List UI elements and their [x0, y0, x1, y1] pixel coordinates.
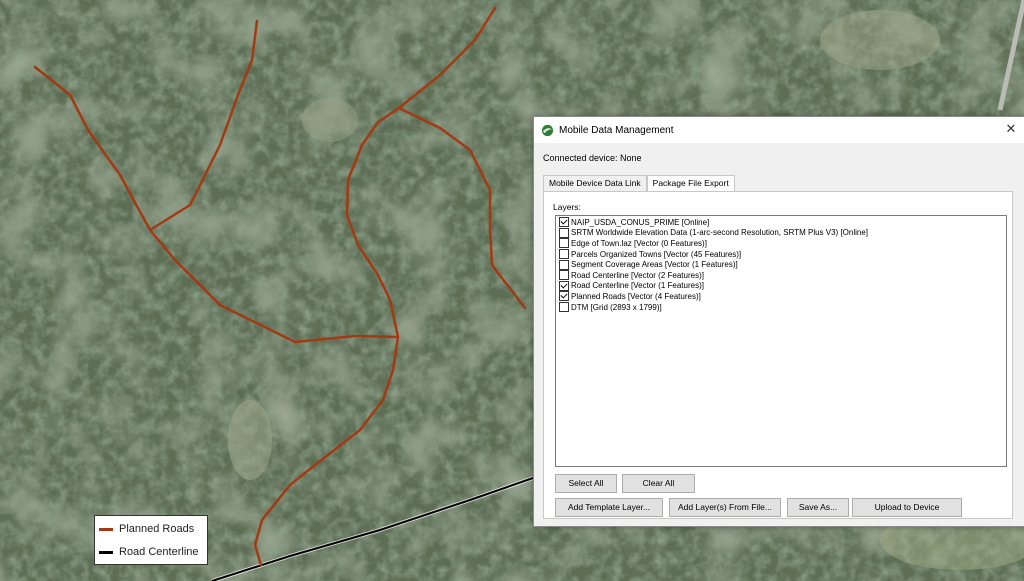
layer-row[interactable]: Planned Roads [Vector (4 Features)]	[556, 291, 1006, 302]
layer-checkbox[interactable]	[559, 259, 569, 270]
layer-row[interactable]: Road Centerline [Vector (2 Features)]	[556, 270, 1006, 281]
layer-row[interactable]: NAIP_USDA_CONUS_PRIME [Online]	[556, 217, 1006, 228]
layer-label: NAIP_USDA_CONUS_PRIME [Online]	[571, 217, 710, 227]
layer-checkbox[interactable]	[559, 217, 569, 228]
layer-row[interactable]: SRTM Worldwide Elevation Data (1-arc-sec…	[556, 227, 1006, 239]
mobile-data-management-dialog: Mobile Data Management ✕ Connected devic…	[533, 116, 1024, 527]
map-legend: Planned Roads Road Centerline	[94, 515, 208, 565]
legend-item-road-centerline: Road Centerline	[95, 542, 207, 562]
layer-checkbox[interactable]	[559, 291, 569, 302]
layer-label: Road Centerline [Vector (2 Features)]	[571, 270, 704, 280]
tab-mobile-device-data-link[interactable]: Mobile Device Data Link	[543, 175, 647, 191]
upload-to-device-button[interactable]: Upload to Device	[852, 498, 962, 517]
layer-label: Road Centerline [Vector (1 Features)]	[571, 281, 704, 291]
layer-checkbox[interactable]	[559, 280, 569, 291]
package-file-export-panel: Layers: NAIP_USDA_CONUS_PRIME [Online] SR…	[543, 191, 1013, 519]
layer-checkbox[interactable]	[559, 302, 569, 313]
layer-row[interactable]: DTM [Grid (2893 x 1799)]	[556, 302, 1006, 313]
layer-row[interactable]: Road Centerline [Vector (1 Features)]	[556, 280, 1006, 292]
select-all-button[interactable]: Select All	[555, 474, 617, 493]
road-centerline-swatch	[99, 550, 113, 554]
legend-label: Road Centerline	[119, 546, 199, 558]
layers-label: Layers:	[553, 202, 581, 212]
layer-row[interactable]: Edge of Town.laz [Vector (0 Features)]	[556, 238, 1006, 249]
layer-checkbox[interactable]	[559, 238, 569, 249]
layer-label: Segment Coverage Areas [Vector (1 Featur…	[571, 260, 738, 270]
layer-checkbox[interactable]	[559, 227, 569, 238]
dialog-titlebar[interactable]: Mobile Data Management ✕	[534, 117, 1024, 143]
layer-checkbox[interactable]	[559, 249, 569, 260]
layer-label: Edge of Town.laz [Vector (0 Features)]	[571, 238, 707, 248]
close-icon[interactable]: ✕	[1004, 122, 1018, 136]
connected-device-status: Connected device: None	[543, 153, 642, 163]
layer-row[interactable]: Parcels Organized Towns [Vector (45 Feat…	[556, 249, 1006, 260]
layer-row[interactable]: Segment Coverage Areas [Vector (1 Featur…	[556, 259, 1006, 270]
app-logo-icon	[541, 124, 554, 136]
layer-checkbox[interactable]	[559, 270, 569, 281]
tab-package-file-export[interactable]: Package File Export	[646, 175, 735, 192]
clear-all-button[interactable]: Clear All	[622, 474, 695, 493]
add-layers-from-file-button[interactable]: Add Layer(s) From File...	[669, 498, 781, 517]
dialog-title: Mobile Data Management	[559, 124, 674, 136]
layer-label: Parcels Organized Towns [Vector (45 Feat…	[571, 249, 742, 259]
tab-strip: Mobile Device Data Link Package File Exp…	[543, 175, 735, 192]
layer-label: Planned Roads [Vector (4 Features)]	[571, 291, 701, 301]
save-as-button[interactable]: Save As...	[787, 498, 849, 517]
planned-roads-swatch	[99, 527, 113, 531]
layer-label: DTM [Grid (2893 x 1799)]	[571, 302, 662, 312]
add-template-layer-button[interactable]: Add Template Layer...	[555, 498, 663, 517]
layers-list[interactable]: NAIP_USDA_CONUS_PRIME [Online] SRTM World…	[555, 215, 1007, 467]
legend-item-planned-roads: Planned Roads	[95, 519, 207, 539]
legend-label: Planned Roads	[119, 523, 195, 535]
layer-label: SRTM Worldwide Elevation Data (1-arc-sec…	[571, 228, 869, 238]
